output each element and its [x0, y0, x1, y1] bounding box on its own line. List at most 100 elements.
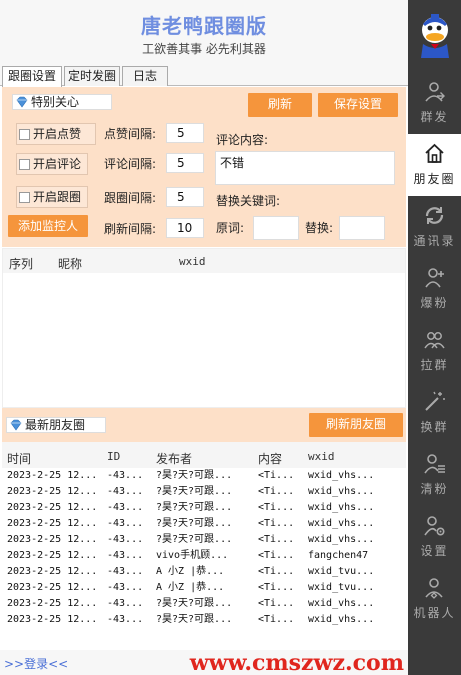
- original-word-input[interactable]: [253, 216, 299, 240]
- table-row[interactable]: 2023-2-25 12... -43... A 小Z |恭... <Ti... wxi…: [2, 580, 406, 596]
- user-list-icon: [424, 454, 445, 474]
- follow-interval-label: 跟圈间隔:: [104, 191, 157, 205]
- table-row[interactable]: 2023-2-25 12... -43... ?昊?天?可跟... <Ti... wxi…: [2, 612, 406, 628]
- table-row[interactable]: 2023-2-25 12... -43... ?昊?天?可跟... <Ti... wxi…: [2, 500, 406, 516]
- table-cell: ?昊?天?可跟...: [156, 598, 233, 609]
- column-header[interactable]: 序列: [9, 255, 33, 272]
- column-header[interactable]: wxid: [308, 450, 335, 463]
- table-row[interactable]: 2023-2-25 12... -43... ?昊?天?可跟... <Ti... wxi…: [2, 468, 406, 484]
- comment-content-label: 评论内容:: [216, 133, 269, 147]
- replace-word-input[interactable]: [339, 216, 385, 240]
- tab-log[interactable]: 日志: [122, 66, 168, 86]
- app-header: 唐老鸭跟圈版 工欲善其事 必先利其器: [0, 0, 408, 66]
- table-cell: <Ti...: [258, 486, 295, 497]
- table-cell: wxid_vhs...: [308, 486, 375, 497]
- enable-follow-checkbox[interactable]: 开启跟圈: [16, 186, 88, 208]
- table-cell: ?昊?天?可跟...: [156, 614, 233, 625]
- column-header[interactable]: wxid: [179, 255, 206, 268]
- table-cell: -43...: [107, 470, 144, 481]
- checkbox-box: [19, 159, 30, 170]
- refresh-interval-input[interactable]: 10: [166, 218, 204, 238]
- column-header[interactable]: 发布者: [156, 450, 192, 467]
- table-cell: ?昊?天?可跟...: [156, 502, 233, 513]
- table-cell: <Ti...: [258, 614, 295, 625]
- moments-table[interactable]: 时间 ID 发布者 内容 wxid 2023-2-25 12... -43...?…: [2, 442, 406, 647]
- refresh-button[interactable]: 刷新: [248, 93, 312, 117]
- comment-interval-label: 评论间隔:: [104, 157, 157, 171]
- table-row[interactable]: 2023-2-25 12... -43... vivo手机顾... <Ti... fan…: [2, 548, 406, 564]
- table-cell: 2023-2-25 12...: [7, 550, 98, 561]
- table-cell: -43...: [107, 550, 144, 561]
- group-icon: [424, 332, 445, 349]
- sidebar-item-user-settings[interactable]: 设置: [408, 506, 461, 568]
- follow-interval-input[interactable]: 5: [166, 187, 204, 207]
- sidebar-item-add-user[interactable]: 爆粉: [408, 258, 461, 320]
- main-panel: 唐老鸭跟圈版 工欲善其事 必先利其器 跟圈设置 定时发圈 日志 特别关心 刷新 …: [0, 0, 408, 675]
- add-user-icon: [425, 268, 444, 288]
- column-header[interactable]: 时间: [7, 450, 31, 467]
- sidebar-item-label: 通讯录: [413, 234, 456, 248]
- sidebar-item-group[interactable]: 拉群: [408, 320, 461, 382]
- tab-scheduled-post[interactable]: 定时发圈: [64, 66, 120, 86]
- table-cell: wxid_vhs...: [308, 614, 375, 625]
- table-cell: ?昊?天?可跟...: [156, 518, 233, 529]
- table-cell: -43...: [107, 486, 144, 497]
- watermark: www.cmszwz.com: [189, 650, 404, 675]
- comment-content-input[interactable]: 不错: [215, 151, 395, 185]
- sidebar-item-label: 机器人: [413, 606, 456, 620]
- table-cell: wxid_vhs...: [308, 598, 375, 609]
- tab-bar: 跟圈设置 定时发圈 日志: [0, 66, 408, 87]
- sidebar-item-sync[interactable]: 通讯录: [408, 196, 461, 258]
- donald-duck-avatar: [421, 14, 449, 58]
- table-cell: <Ti...: [258, 470, 295, 481]
- enable-like-checkbox[interactable]: 开启点赞: [16, 123, 96, 145]
- table-cell: 2023-2-25 12...: [7, 614, 98, 625]
- table-cell: -43...: [107, 598, 144, 609]
- tab-follow-settings[interactable]: 跟圈设置: [2, 66, 62, 87]
- table-row[interactable]: 2023-2-25 12... -43... ?昊?天?可跟... <Ti... wxi…: [2, 532, 406, 548]
- table-row[interactable]: 2023-2-25 12... -43... ?昊?天?可跟... <Ti... wxi…: [2, 596, 406, 612]
- refresh-moments-button[interactable]: 刷新朋友圈: [309, 413, 403, 437]
- sidebar-item-magic[interactable]: 换群: [408, 382, 461, 444]
- table-cell: wxid_vhs...: [308, 470, 375, 481]
- moments-bar: 最新朋友圈 刷新朋友圈: [2, 408, 406, 442]
- like-interval-input[interactable]: 5: [166, 123, 204, 143]
- enable-comment-checkbox[interactable]: 开启评论: [16, 153, 88, 175]
- table-row[interactable]: 2023-2-25 12... -43... ?昊?天?可跟... <Ti... wxi…: [2, 516, 406, 532]
- table-row[interactable]: 2023-2-25 12... -43... A 小Z |恭... <Ti... wxi…: [2, 564, 406, 580]
- home-icon: [425, 143, 444, 163]
- sidebar-item-label: 清粉: [420, 482, 449, 496]
- sidebar-item-user-list[interactable]: 清粉: [408, 444, 461, 506]
- add-monitor-button[interactable]: 添加监控人: [8, 215, 88, 237]
- column-header[interactable]: 昵称: [58, 255, 82, 272]
- table-cell: -43...: [107, 614, 144, 625]
- table-cell: <Ti...: [258, 566, 295, 577]
- comment-interval-input[interactable]: 5: [166, 153, 204, 173]
- table-cell: wxid_vhs...: [308, 502, 375, 513]
- sidebar-item-home[interactable]: 朋友圈: [408, 134, 461, 196]
- enable-comment-label: 开启评论: [33, 157, 82, 171]
- sidebar-item-group-send[interactable]: 群发: [408, 72, 461, 134]
- table-cell: ?昊?天?可跟...: [156, 470, 233, 481]
- sidebar-item-robot-user[interactable]: 机器人: [408, 568, 461, 630]
- table-cell: 2023-2-25 12...: [7, 566, 98, 577]
- table-cell: wxid_tvu...: [308, 582, 375, 593]
- table-row[interactable]: 2023-2-25 12... -43... ?昊?天?可跟... <Ti... wxi…: [2, 484, 406, 500]
- table-cell: ?昊?天?可跟...: [156, 486, 233, 497]
- user-settings-icon: [424, 516, 445, 536]
- group-send-icon: [425, 82, 445, 102]
- robot-user-icon: [425, 578, 443, 599]
- enable-like-label: 开启点赞: [33, 127, 82, 141]
- original-word-label: 原词:: [216, 221, 245, 235]
- moments-title: 最新朋友圈: [25, 418, 86, 432]
- table-cell: -43...: [107, 566, 144, 577]
- table-cell: 2023-2-25 12...: [7, 534, 98, 545]
- login-link[interactable]: >>登录<<: [4, 655, 68, 672]
- save-settings-button[interactable]: 保存设置: [318, 93, 398, 117]
- monitor-list[interactable]: 序列 昵称 wxid: [2, 248, 406, 408]
- column-header[interactable]: ID: [107, 450, 120, 463]
- table-cell: 2023-2-25 12...: [7, 518, 98, 529]
- table-cell: ?昊?天?可跟...: [156, 534, 233, 545]
- table-cell: <Ti...: [258, 598, 295, 609]
- column-header[interactable]: 内容: [258, 450, 282, 467]
